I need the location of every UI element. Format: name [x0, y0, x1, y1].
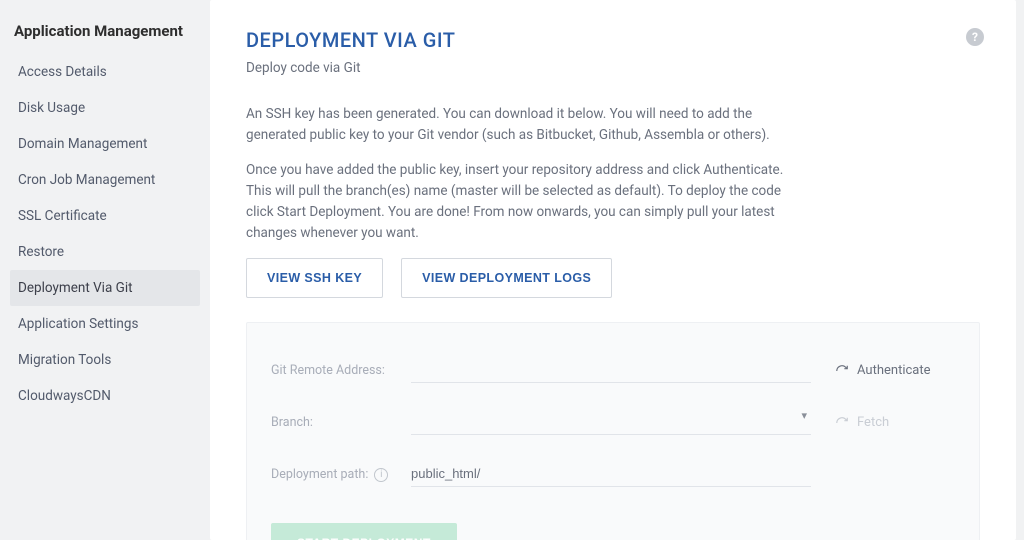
- sidebar: Application Management Access Details Di…: [0, 0, 210, 540]
- sidebar-item-restore[interactable]: Restore: [10, 234, 200, 270]
- button-row: VIEW SSH KEY VIEW DEPLOYMENT LOGS: [246, 258, 980, 298]
- page-subtitle: Deploy code via Git: [246, 60, 980, 76]
- git-remote-input[interactable]: [411, 362, 811, 377]
- description: An SSH key has been generated. You can d…: [246, 104, 786, 244]
- label-deployment-path-text: Deployment path:: [271, 467, 368, 482]
- row-git-remote: Git Remote Address: Authenticate: [271, 345, 955, 397]
- refresh-icon: [835, 364, 849, 378]
- branch-select-wrap[interactable]: ▾: [411, 411, 811, 435]
- authenticate-label: Authenticate: [857, 363, 931, 378]
- fetch-action: Fetch: [835, 415, 955, 430]
- description-paragraph-1: An SSH key has been generated. You can d…: [246, 104, 786, 146]
- label-git-remote: Git Remote Address:: [271, 363, 411, 378]
- sidebar-item-cron-job-management[interactable]: Cron Job Management: [10, 162, 200, 198]
- help-icon[interactable]: ?: [966, 28, 984, 46]
- git-remote-input-wrap: [411, 359, 811, 383]
- sidebar-item-cloudwayscdn[interactable]: CloudwaysCDN: [10, 378, 200, 414]
- description-paragraph-2: Once you have added the public key, inse…: [246, 160, 786, 244]
- git-form-panel: Git Remote Address: Authenticate Branch:…: [246, 322, 980, 540]
- sidebar-item-disk-usage[interactable]: Disk Usage: [10, 90, 200, 126]
- sidebar-item-application-settings[interactable]: Application Settings: [10, 306, 200, 342]
- fetch-label: Fetch: [857, 415, 889, 430]
- label-deployment-path: Deployment path: i: [271, 467, 411, 482]
- sidebar-item-access-details[interactable]: Access Details: [10, 54, 200, 90]
- main-panel: ? DEPLOYMENT VIA GIT Deploy code via Git…: [210, 0, 1016, 540]
- refresh-icon: [835, 416, 849, 430]
- sidebar-item-ssl-certificate[interactable]: SSL Certificate: [10, 198, 200, 234]
- start-deployment-button[interactable]: START DEPLOYMENT: [271, 523, 457, 540]
- page-title: DEPLOYMENT VIA GIT: [246, 28, 980, 52]
- sidebar-item-domain-management[interactable]: Domain Management: [10, 126, 200, 162]
- row-deployment-path: Deployment path: i: [271, 449, 955, 501]
- branch-select[interactable]: [411, 414, 811, 429]
- deployment-path-input[interactable]: [411, 466, 811, 481]
- row-branch: Branch: ▾ Fetch: [271, 397, 955, 449]
- label-branch: Branch:: [271, 415, 411, 430]
- authenticate-action[interactable]: Authenticate: [835, 363, 955, 378]
- view-ssh-key-button[interactable]: VIEW SSH KEY: [246, 258, 383, 298]
- sidebar-item-deployment-via-git[interactable]: Deployment Via Git: [10, 270, 200, 306]
- deployment-path-input-wrap: [411, 463, 811, 487]
- sidebar-title: Application Management: [10, 18, 200, 54]
- sidebar-item-migration-tools[interactable]: Migration Tools: [10, 342, 200, 378]
- info-icon[interactable]: i: [374, 468, 388, 482]
- view-deployment-logs-button[interactable]: VIEW DEPLOYMENT LOGS: [401, 258, 612, 298]
